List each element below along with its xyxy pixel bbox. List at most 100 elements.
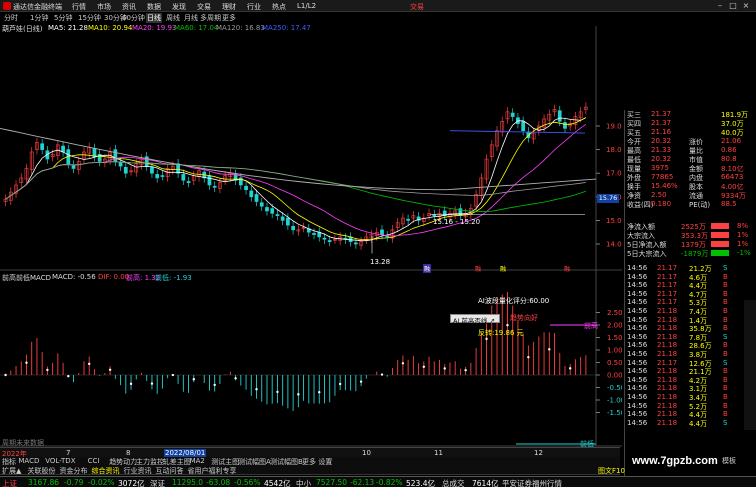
tick-row: 14:56 21.18 3.4万 B [627,393,728,402]
macd-dot [443,367,446,370]
current-price-tag: 15.76 [597,194,619,203]
macd-dot [485,337,488,341]
indicator-tabs: 指标 MACD VOL-TDX CCI 趋势动力 主力监控 轧差主图 MA2 测试主图 测试幅图A… [0,457,620,466]
macd-dot [88,362,91,366]
total-value: 7614亿 [472,479,499,487]
sh-pct: -0.02% [88,478,115,487]
event-marker-3[interactable]: 融 [500,264,506,273]
candle-body [557,110,562,122]
quote-row: 换手 15.46% 股本 4.00亿 [627,182,744,191]
price-tick-label: 14.00 [606,241,622,249]
sz-pct: -0.56% [234,478,261,487]
tick-row: 14:56 21.17 21.2万 S [627,264,728,273]
info-tab[interactable]: 省用户福利专享 [188,466,237,476]
trend-label: 趋势向好 [510,314,538,322]
info-tab[interactable]: 行业资讯 [124,466,152,476]
sz-amount: 4542亿 [264,479,291,487]
candle-body [150,167,154,174]
macd-dot [464,368,467,372]
macd-dot [359,380,363,383]
sz-name[interactable]: 深证 [150,478,165,487]
macd-dot [171,373,175,377]
candle-body [113,149,118,162]
price-tick-label: 17.00 [606,170,622,178]
flow-row: 5日净流入额 1379万 1% [627,240,749,249]
macd-tick-label: -1.00 [607,397,622,405]
info-tab[interactable]: 资金分布 [60,466,88,476]
macd-dot [380,373,384,376]
macd-tick-label: -0.50 [607,384,622,392]
ai-callout[interactable]: AI 前高否线 ↗ [450,314,500,325]
sz-value: 11295.0 [172,478,204,487]
zx-change: -62.13 [350,478,375,487]
macd-dot [527,356,530,359]
ma250-line [0,127,597,191]
close-icon[interactable]: × [741,1,751,11]
macd-tick-label: -1.50 [607,409,622,417]
maximize-icon[interactable]: □ [728,1,738,11]
flow-bar [711,223,729,229]
macd-dot [297,393,300,396]
macd-dot [234,377,237,380]
date-cursor: 2022/08/01 [164,449,207,457]
macd-dot [401,362,405,365]
price-tick-label: 19.00 [606,123,622,131]
event-marker-2[interactable]: 融 [475,264,481,273]
tick-row: 14:56 21.17 12.6万 S [627,358,728,368]
quote-panel: 买三 21.37 181.9万 买四 21.37 37.0万 买五 21.16 40.0万 今开 2… [624,110,756,476]
date-12: 12 [534,449,543,457]
macd-dot [4,373,7,377]
info-tab[interactable]: 关联股份 [28,466,56,476]
flow-row: 5日大宗流入 -1879万 -1% [627,249,751,258]
date-axis-bar: 2022年 7 8 2022/08/01 10 11 12 [0,447,620,458]
indicator-tab[interactable]: CCI [88,457,100,465]
sh-change: -0.79 [64,478,84,487]
f10-button[interactable]: 图文F10 [598,466,625,476]
candle-body [181,174,186,181]
candle-body [212,185,217,188]
tick-row: 14:56 21.18 4.4万 S [627,418,728,428]
macd-dot [213,383,216,387]
candle-body [71,164,76,169]
info-tab[interactable]: 扩展▲ [2,466,21,476]
macd-tick-label: 1.50 [607,334,622,342]
candle-body [92,148,97,157]
candle-body [327,240,332,242]
zx-name[interactable]: 中小 [296,478,311,487]
quote-row: 今开 20.32 涨价 21.06 [627,137,742,146]
candle-body [353,242,358,245]
zx-amount: 523.4亿 [406,479,435,487]
candle-body [286,217,290,226]
indicator-tab[interactable]: MACD [18,457,39,465]
tick-row: 14:56 21.18 3.8万 B [627,350,728,359]
candle-body [155,174,160,179]
tick-row: 14:56 21.17 4.6万 B [627,272,728,282]
info-tab[interactable]: 综合资讯 [92,466,120,476]
macd-dot [422,365,426,369]
watermark: www.7gpzb.com [632,455,718,467]
ai-score: AI波段量化评分:60.00 [478,297,550,305]
candle-body [312,233,316,235]
quote-row: 买五 21.16 40.0万 [627,128,744,137]
flow-bar [711,232,729,238]
tick-row: 14:56 21.18 5.2万 B [627,401,728,411]
quote-row: 最高 21.33 量比 0.86 [627,146,737,155]
minimize-icon[interactable]: – [715,1,725,11]
ma60-line [5,161,587,213]
indicator-tab[interactable]: MA2 [190,457,205,465]
sh-name[interactable]: 上证 [2,478,17,487]
status-bar: 上证 3167.86 -0.79 -0.02% 3072亿 深证 11295.0… [0,476,756,487]
quote-row: 净资 2.50 流通 9334万 [627,191,746,200]
kline-chart[interactable]: 19.0018.0017.0016.0015.0014.002.502.001.… [0,0,622,447]
dif-value: DIF: 0.00 [98,273,130,281]
event-marker-1[interactable]: 融 [423,264,432,273]
macd-value: MACD: -0.56 [52,273,96,281]
event-marker-4[interactable]: 融 [564,264,570,273]
macd-dot [276,390,279,394]
low-price-label: 13.28 [370,258,391,266]
candle-body [270,208,275,214]
indicator-tab[interactable]: VOL-TDX [45,457,75,465]
template-button[interactable]: 模板 [722,456,736,466]
candle-body [563,122,567,129]
info-tab[interactable]: 互动问答 [156,466,184,476]
